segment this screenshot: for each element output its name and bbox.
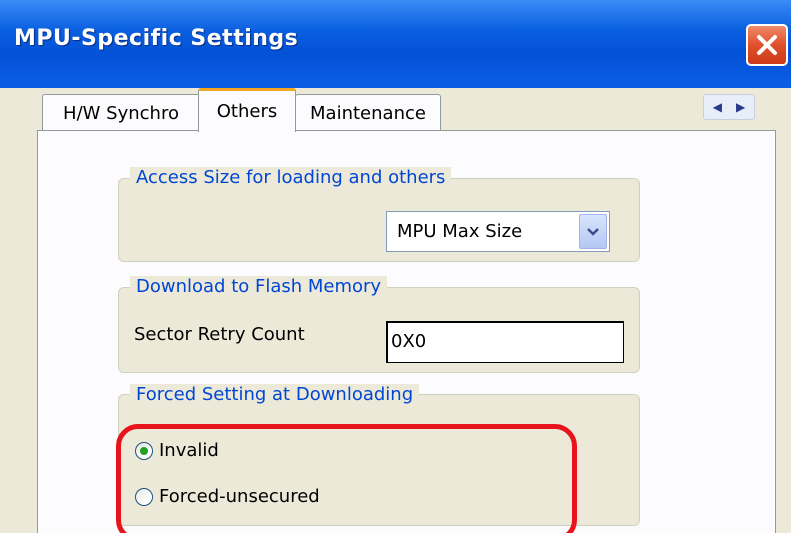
- tab-hw-synchro[interactable]: H/W Synchro: [42, 94, 200, 132]
- group-title-access-size: Access Size for loading and others: [130, 167, 452, 189]
- tab-label: Others: [216, 101, 278, 122]
- chevron-left-icon[interactable]: ◀: [713, 100, 722, 114]
- tab-scroll-buttons[interactable]: ◀ ▶: [703, 94, 755, 120]
- tab-label: H/W Synchro: [63, 103, 179, 124]
- chevron-right-icon[interactable]: ▶: [736, 100, 745, 114]
- select-value: MPU Max Size: [397, 221, 523, 242]
- tab-maintenance[interactable]: Maintenance: [295, 94, 441, 132]
- close-icon: [757, 35, 777, 55]
- access-size-select[interactable]: MPU Max Size: [386, 211, 610, 252]
- title-bar: MPU-Specific Settings: [0, 0, 791, 88]
- chevron-down-icon: [587, 227, 599, 236]
- group-title-forced-setting: Forced Setting at Downloading: [130, 384, 420, 406]
- dropdown-button[interactable]: [579, 214, 607, 249]
- sector-retry-input[interactable]: 0X0: [386, 321, 624, 363]
- highlight-annotation: [116, 424, 577, 533]
- close-button[interactable]: [746, 24, 788, 66]
- tab-others[interactable]: Others: [198, 88, 296, 132]
- tab-label: Maintenance: [310, 103, 426, 124]
- group-title-flash-memory: Download to Flash Memory: [130, 276, 388, 298]
- sector-retry-label: Sector Retry Count: [134, 324, 305, 345]
- window-title: MPU-Specific Settings: [14, 26, 299, 51]
